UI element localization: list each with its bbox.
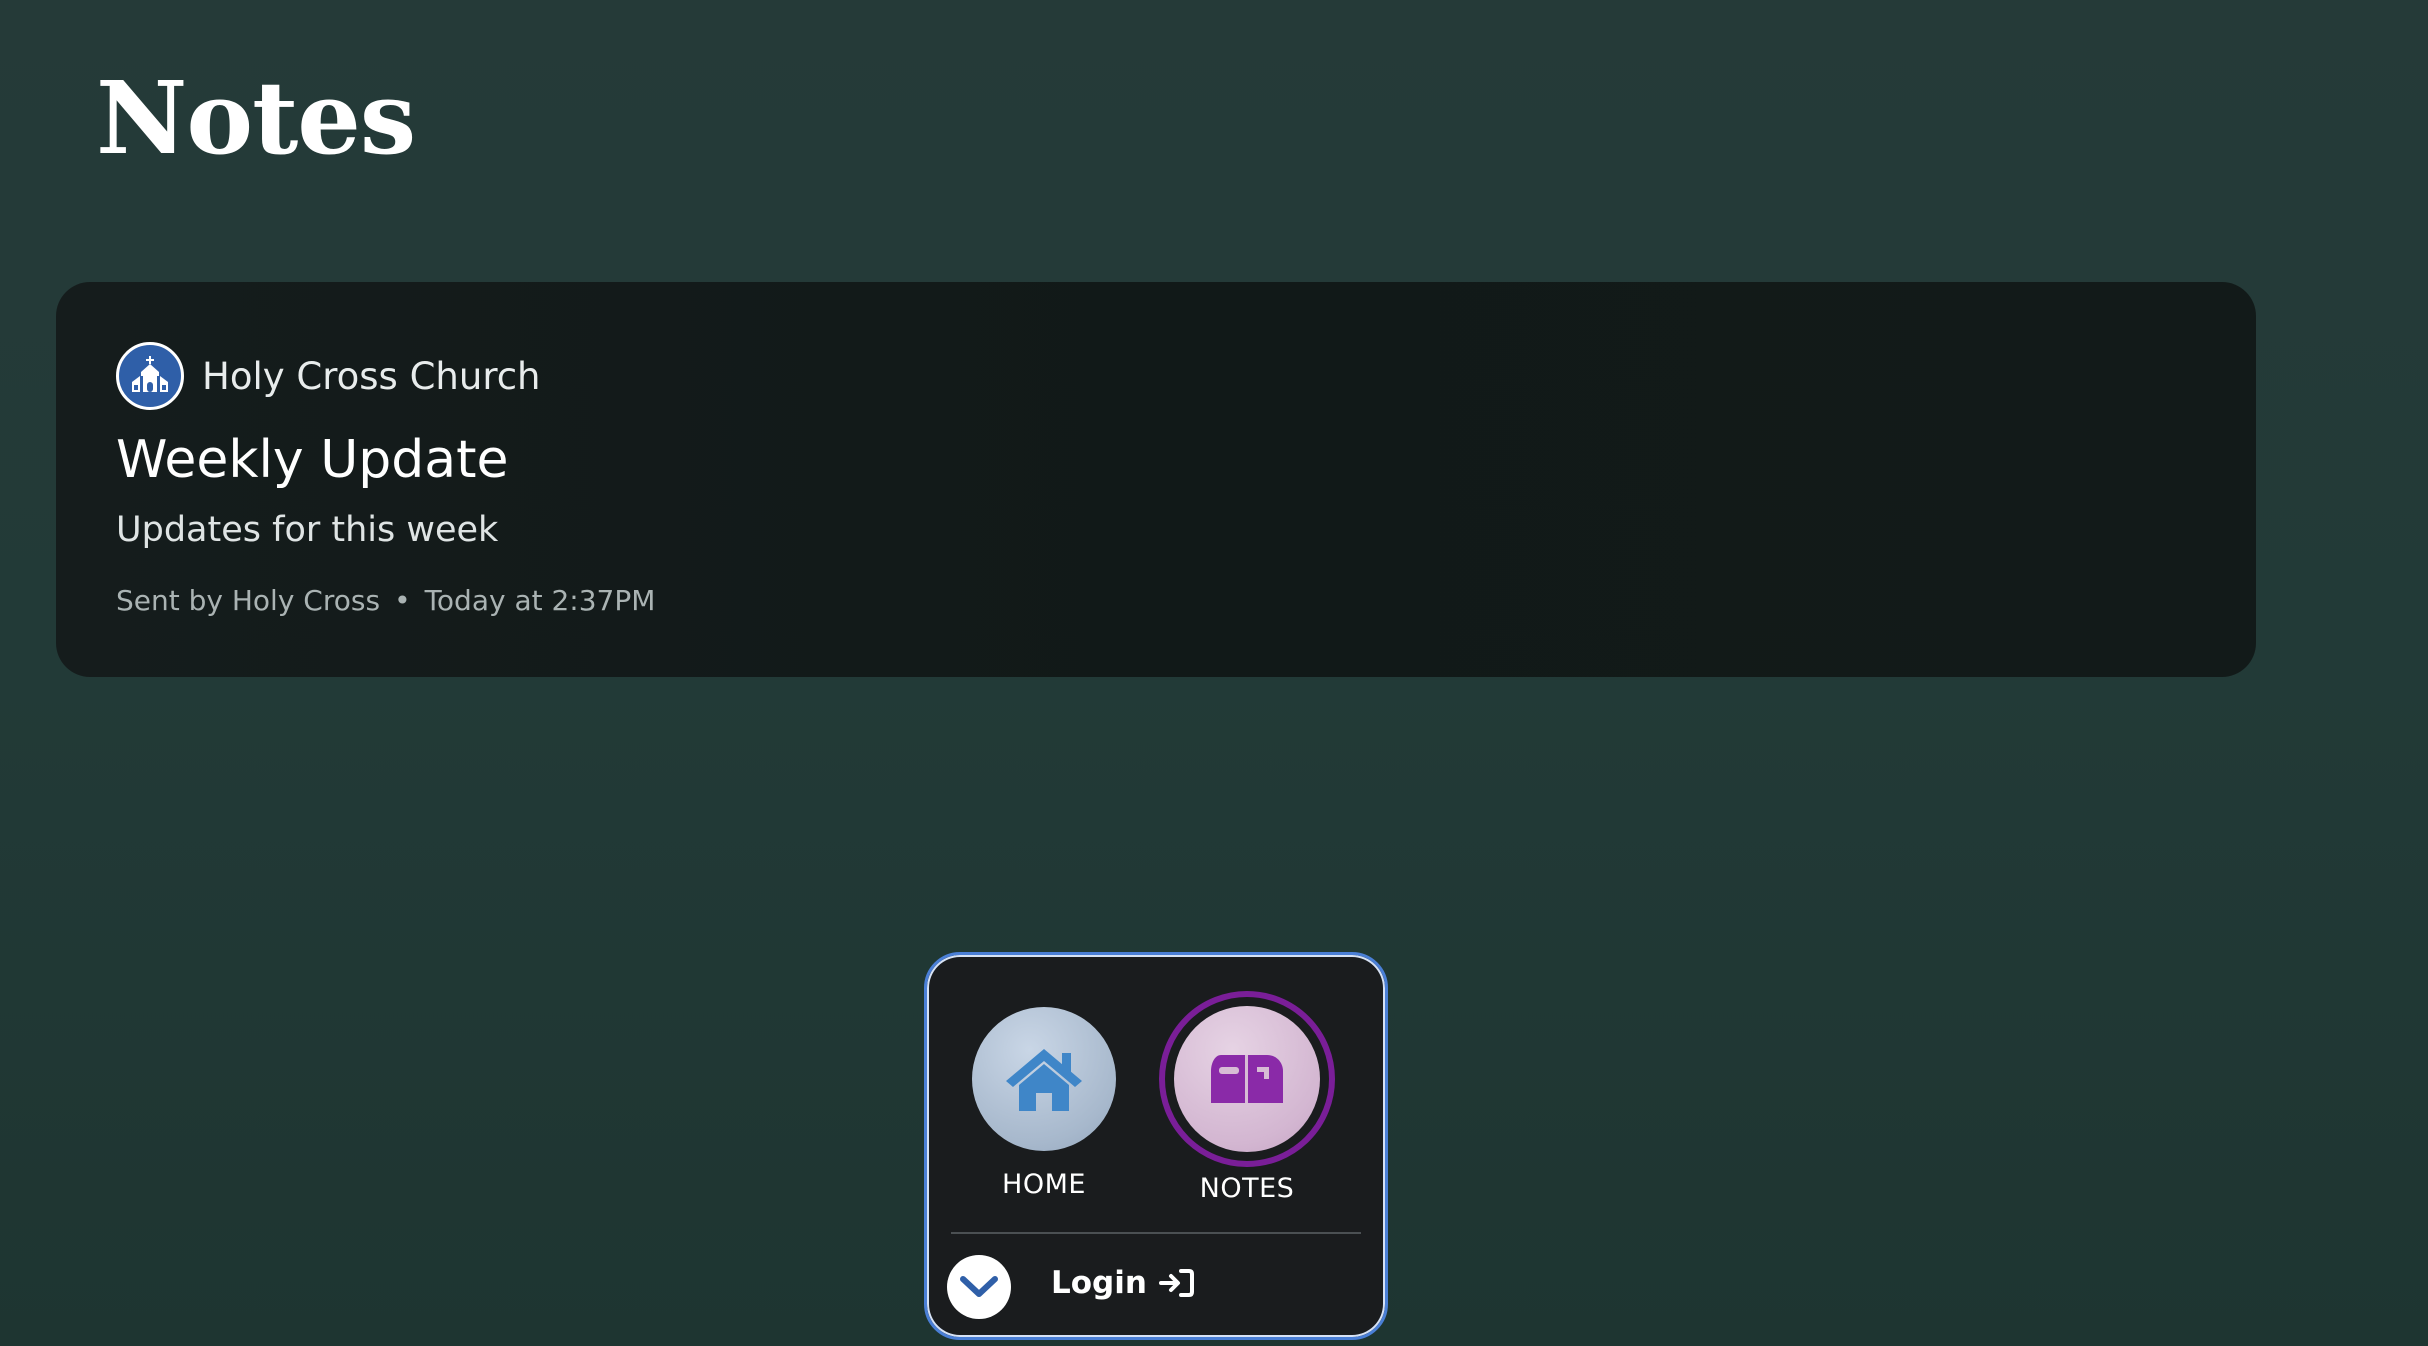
note-card[interactable]: Holy Cross Church Weekly Update Updates … xyxy=(56,282,2256,677)
chevron-down-icon xyxy=(960,1276,998,1297)
login-label: Login xyxy=(1051,1265,1147,1301)
nav-notes-label: NOTES xyxy=(1199,1173,1295,1204)
sign-in-icon xyxy=(1158,1268,1195,1298)
nav-dock: HOME NOTES Login xyxy=(924,952,1388,1340)
active-indicator-ring xyxy=(1159,991,1335,1167)
house-icon xyxy=(1006,1049,1082,1111)
note-title: Weekly Update xyxy=(116,430,509,490)
note-org-row: Holy Cross Church xyxy=(116,342,541,410)
nav-home-button[interactable]: HOME xyxy=(954,999,1134,1209)
note-meta: Sent by Holy Cross • Today at 2:37PM xyxy=(116,584,655,617)
page-title: Notes xyxy=(96,59,416,177)
mailbox-icon xyxy=(1211,1055,1283,1103)
dock-divider xyxy=(951,1232,1361,1234)
note-org-name: Holy Cross Church xyxy=(202,354,541,398)
home-icon-circle xyxy=(972,1007,1116,1151)
meta-separator: • xyxy=(394,584,411,617)
login-button[interactable]: Login xyxy=(1051,1265,1195,1301)
notes-icon-circle xyxy=(1174,1006,1320,1152)
nav-notes-button[interactable]: NOTES xyxy=(1157,991,1337,1209)
nav-home-label: HOME xyxy=(1002,1169,1086,1200)
church-icon xyxy=(116,342,184,410)
note-sender: Sent by Holy Cross xyxy=(116,584,381,617)
note-timestamp: Today at 2:37PM xyxy=(424,584,656,617)
note-subtitle: Updates for this week xyxy=(116,510,499,550)
collapse-button[interactable] xyxy=(947,1255,1011,1319)
